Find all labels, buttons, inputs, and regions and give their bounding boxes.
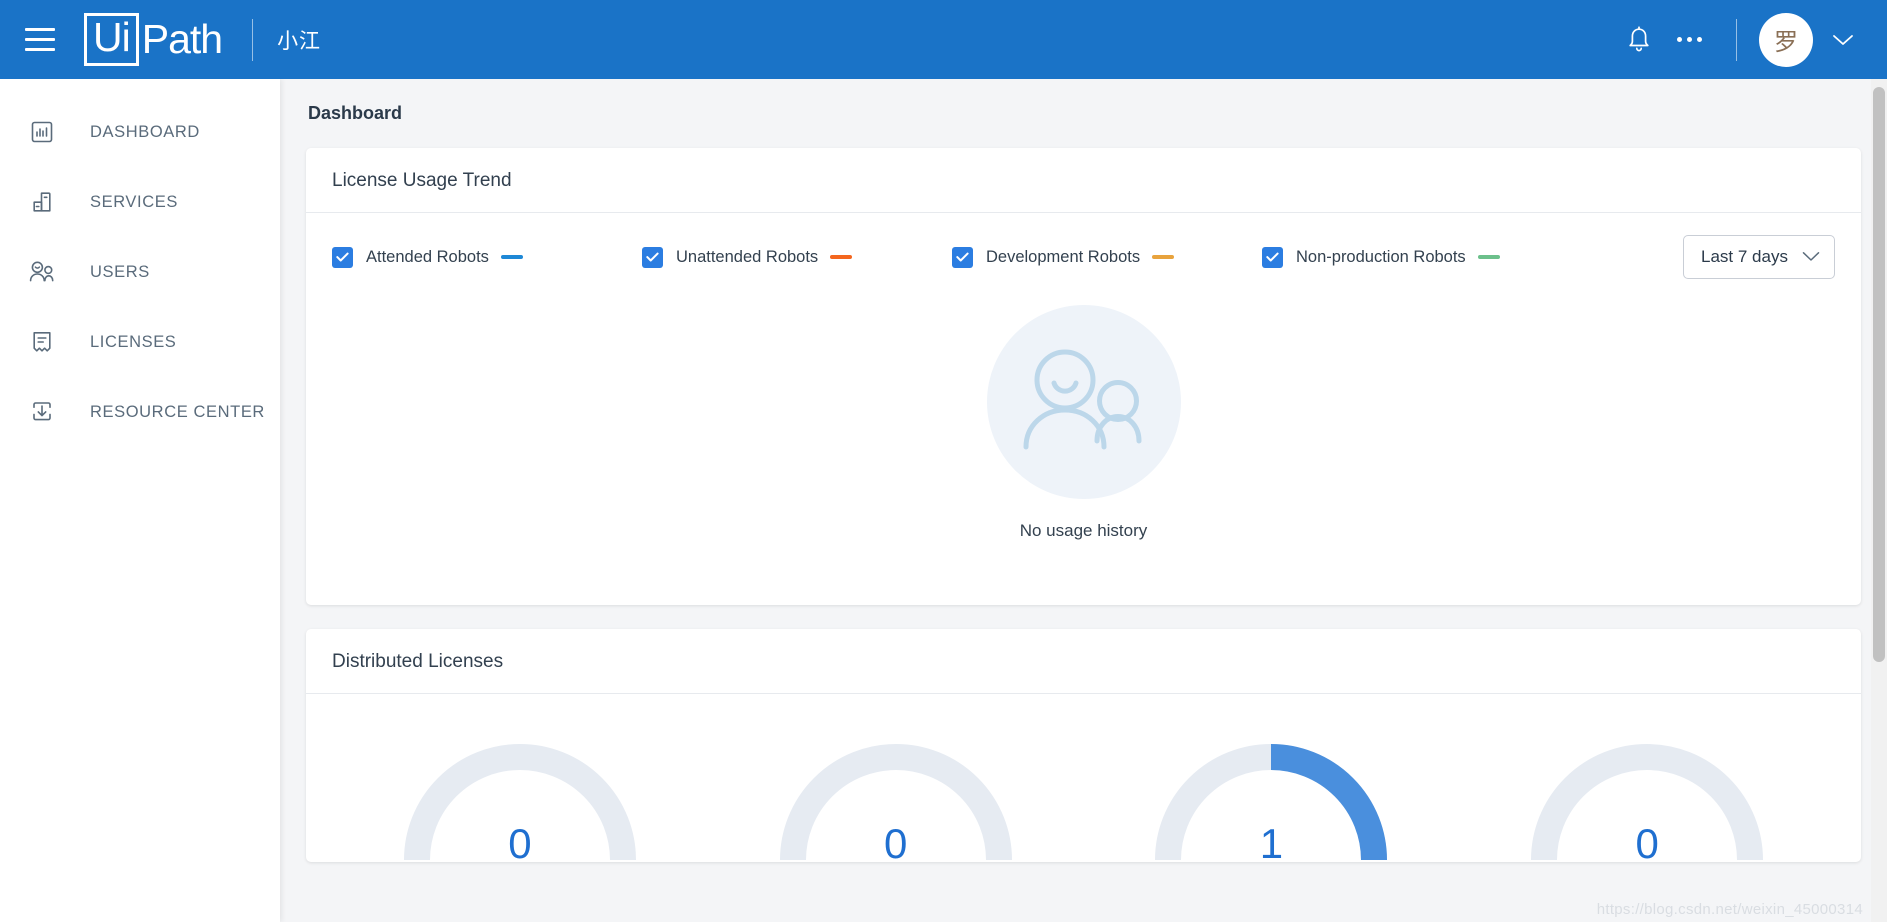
two-people-icon bbox=[1018, 348, 1150, 457]
checkbox-attended-robots[interactable] bbox=[332, 246, 353, 268]
date-range-select[interactable]: Last 7 days bbox=[1683, 235, 1835, 279]
download-box-icon bbox=[22, 392, 62, 432]
legend-color-swatch bbox=[830, 255, 853, 259]
legend-label: Unattended Robots bbox=[676, 247, 819, 266]
license-ribbon-icon bbox=[22, 322, 62, 362]
sidebar-item-label: DASHBOARD bbox=[90, 122, 200, 141]
legend-slot: Unattended Robots bbox=[642, 246, 952, 268]
gauge-cell: 0 bbox=[1459, 728, 1835, 862]
gauge-cell: 1 bbox=[1084, 728, 1460, 862]
chart-bars-icon bbox=[22, 112, 62, 152]
gauge-cell: 0 bbox=[708, 728, 1084, 862]
users-icon bbox=[22, 252, 62, 292]
legend-color-swatch bbox=[1152, 255, 1175, 259]
legend-slot: Development Robots bbox=[952, 246, 1262, 268]
legend-label: Development Robots bbox=[986, 247, 1141, 266]
page-title: Dashboard bbox=[308, 103, 403, 123]
legend-slot: Attended Robots bbox=[332, 246, 642, 268]
hamburger-bar bbox=[25, 38, 55, 41]
bell-icon[interactable] bbox=[1614, 15, 1664, 65]
logo-mark: Ui bbox=[84, 13, 139, 66]
gauge-row: 0 0 1 0 bbox=[332, 694, 1835, 862]
gauge-value: 1 bbox=[1259, 820, 1284, 862]
sidebar-item-label: USERS bbox=[90, 262, 150, 281]
sidebar-item-dashboard[interactable]: DASHBOARD bbox=[0, 97, 280, 167]
legend-slot: Non-production Robots bbox=[1262, 246, 1572, 268]
sidebar-item-label: RESOURCE CENTER bbox=[90, 402, 265, 421]
sidebar: DASHBOARD SERVICES USERS LICENSES RESOUR… bbox=[0, 79, 280, 922]
sidebar-item-label: SERVICES bbox=[90, 192, 178, 211]
topbar-actions: 罗 bbox=[1614, 12, 1865, 67]
legend-item-development-robots[interactable]: Development Robots bbox=[952, 246, 1175, 268]
dot bbox=[1686, 37, 1692, 42]
more-horizontal-icon[interactable] bbox=[1664, 15, 1714, 65]
sidebar-item-users[interactable]: USERS bbox=[0, 237, 280, 307]
legend-label: Non-production Robots bbox=[1296, 247, 1466, 266]
hamburger-icon[interactable] bbox=[18, 18, 62, 62]
empty-state-text: No usage history bbox=[1019, 521, 1148, 540]
content-inner: Dashboard License Usage Trend Attended R… bbox=[280, 79, 1887, 922]
card-body: Attended Robots Unattended Robots Develo… bbox=[306, 213, 1861, 605]
avatar[interactable]: 罗 bbox=[1759, 12, 1813, 67]
distributed-licenses-card: Distributed Licenses 0 0 1 0 bbox=[306, 629, 1861, 862]
vertical-scrollbar[interactable] bbox=[1871, 79, 1887, 922]
gauge-chart: 0 bbox=[395, 728, 645, 862]
app-root: Ui Path 小江 罗 DASHBOARD SERVICES USERS LI… bbox=[0, 0, 1887, 922]
empty-state: No usage history bbox=[332, 287, 1835, 605]
gauge-value: 0 bbox=[1635, 820, 1659, 862]
legend-row: Attended Robots Unattended Robots Develo… bbox=[332, 213, 1835, 287]
dot bbox=[1696, 37, 1702, 42]
gauge-chart: 1 bbox=[1146, 728, 1396, 862]
gauge-chart: 0 bbox=[771, 728, 1021, 862]
body-row: DASHBOARD SERVICES USERS LICENSES RESOUR… bbox=[0, 79, 1887, 922]
card-body: 0 0 1 0 bbox=[306, 694, 1861, 862]
checkbox-development-robots[interactable] bbox=[952, 246, 973, 268]
logo-wordmark: Path bbox=[141, 16, 223, 62]
vertical-scrollbar-thumb[interactable] bbox=[1873, 87, 1885, 662]
card-title: Distributed Licenses bbox=[306, 629, 1861, 694]
checkbox-unattended-robots[interactable] bbox=[642, 246, 663, 268]
content-area: Dashboard License Usage Trend Attended R… bbox=[280, 79, 1887, 922]
sidebar-item-services[interactable]: SERVICES bbox=[0, 167, 280, 237]
date-range-value: Last 7 days bbox=[1701, 247, 1788, 266]
legend-item-unattended-robots[interactable]: Unattended Robots bbox=[642, 246, 853, 268]
card-title: License Usage Trend bbox=[306, 148, 1861, 213]
uipath-logo[interactable]: Ui Path bbox=[84, 13, 223, 66]
legend-color-swatch bbox=[1477, 255, 1500, 259]
gauge-chart: 0 bbox=[1522, 728, 1772, 862]
topbar-divider bbox=[1736, 18, 1737, 61]
more-dots bbox=[1676, 37, 1702, 42]
license-usage-trend-card: License Usage Trend Attended Robots Unat… bbox=[306, 148, 1861, 605]
legend-color-swatch bbox=[500, 255, 523, 259]
hamburger-bar bbox=[25, 48, 55, 51]
legend-item-non-production-robots[interactable]: Non-production Robots bbox=[1262, 246, 1500, 268]
chevron-down-icon bbox=[1802, 247, 1820, 267]
avatar-initial: 罗 bbox=[1774, 29, 1798, 56]
checkbox-non-production-robots[interactable] bbox=[1262, 246, 1283, 268]
services-blocks-icon bbox=[22, 182, 62, 222]
tenant-name: 小江 bbox=[277, 29, 322, 53]
gauge-value: 0 bbox=[883, 820, 908, 862]
logo-divider bbox=[252, 18, 254, 61]
legend-label: Attended Robots bbox=[366, 247, 489, 266]
dot bbox=[1676, 37, 1682, 42]
account-chevron-down-icon[interactable] bbox=[1821, 18, 1865, 62]
sidebar-item-label: LICENSES bbox=[90, 332, 177, 351]
legend-item-attended-robots[interactable]: Attended Robots bbox=[332, 246, 523, 268]
watermark: https://blog.csdn.net/weixin_45000314 bbox=[1596, 901, 1863, 918]
sidebar-item-resource-center[interactable]: RESOURCE CENTER bbox=[0, 377, 280, 447]
top-bar: Ui Path 小江 罗 bbox=[0, 0, 1887, 79]
hamburger-bar bbox=[25, 28, 55, 31]
gauge-cell: 0 bbox=[332, 728, 708, 862]
empty-state-circle bbox=[986, 305, 1181, 499]
gauge-value: 0 bbox=[508, 820, 532, 862]
sidebar-item-licenses[interactable]: LICENSES bbox=[0, 307, 280, 377]
